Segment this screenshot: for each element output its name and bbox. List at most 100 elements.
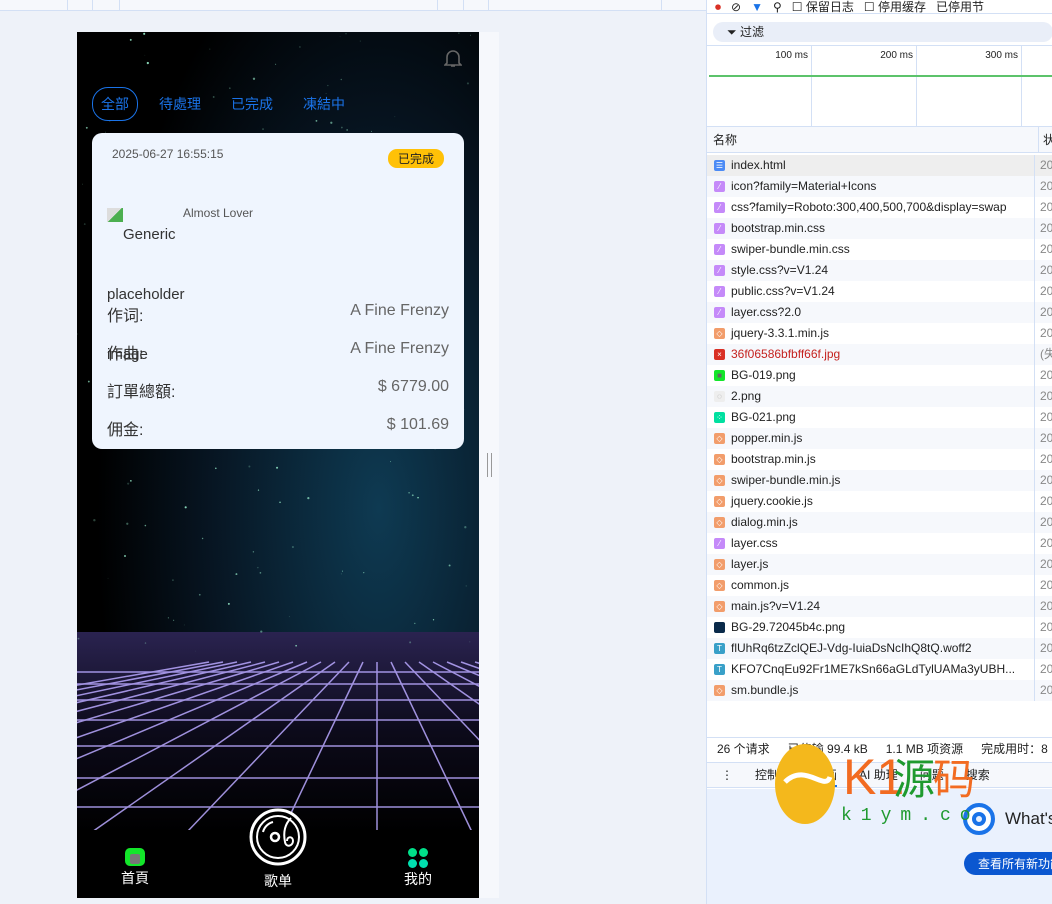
request-name: bootstrap.min.js: [731, 452, 816, 466]
star: [346, 129, 348, 131]
request-row[interactable]: ◇ common.js 200: [707, 575, 1052, 596]
tab-pending[interactable]: 待處理: [150, 87, 210, 121]
preserve-log-checkbox[interactable]: ☐ 保留日志: [792, 1, 854, 13]
request-row[interactable]: ⁄ style.css?v=V1.24 200: [707, 260, 1052, 281]
request-row[interactable]: ◇ swiper-bundle.min.js 200: [707, 470, 1052, 491]
request-row[interactable]: ■ BG-019.png 200: [707, 365, 1052, 386]
request-status: 200: [1034, 512, 1052, 533]
broken-image: [107, 205, 123, 223]
broken-image-icon: [107, 208, 123, 223]
timeline-overview[interactable]: 100 ms 200 ms 300 ms: [707, 45, 1052, 128]
star: [183, 624, 185, 626]
clear-icon[interactable]: ⊘: [731, 1, 741, 13]
star: [327, 84, 329, 87]
request-status: (失: [1034, 344, 1052, 365]
request-status: 200: [1034, 428, 1052, 449]
request-row[interactable]: ⁄ layer.css 200: [707, 533, 1052, 554]
request-row[interactable]: ◇ layer.js 200: [707, 554, 1052, 575]
drawer-tab[interactable]: 问题: [920, 763, 944, 787]
record-icon[interactable]: ⏺: [715, 1, 721, 13]
star: [173, 619, 175, 621]
request-row[interactable]: TflUhRq6tzZclQEJ-Vdg-IuiaDsNcIhQ8tQ.woff…: [707, 638, 1052, 659]
filter-input[interactable]: ⏷ 过滤: [713, 22, 1052, 42]
request-status: 200: [1034, 197, 1052, 218]
lyricist-row: 作词: A Fine Frenzy: [107, 302, 449, 326]
request-row[interactable]: ◇ sm.bundle.js 200: [707, 680, 1052, 701]
request-row[interactable]: ◇ main.js?v=V1.24 200: [707, 596, 1052, 617]
js-file-icon: ◇: [714, 433, 725, 444]
request-row[interactable]: ⁄ bootstrap.min.css 200: [707, 218, 1052, 239]
js-file-icon: ◇: [714, 580, 725, 591]
search-icon[interactable]: ⚲: [773, 1, 782, 13]
star: [470, 34, 471, 36]
request-row[interactable]: ⁄ swiper-bundle.min.css 200: [707, 239, 1052, 260]
request-row[interactable]: ⁄ layer.css?2.0 200: [707, 302, 1052, 323]
more-icon[interactable]: ⋮: [721, 763, 733, 787]
request-status: 200: [1034, 155, 1052, 176]
drawer-tab[interactable]: AI 助理: [859, 763, 898, 787]
star: [144, 642, 147, 644]
chrome-icon: [963, 803, 995, 835]
js-file-icon: ◇: [714, 685, 725, 696]
throttle-select[interactable]: 已停用节: [936, 1, 984, 13]
star: [83, 223, 86, 225]
summary-resources: 1.1 MB 项资源: [885, 742, 964, 756]
request-row[interactable]: ☰ index.html 200: [707, 155, 1052, 176]
request-row[interactable]: ◇ bootstrap.min.js 200: [707, 449, 1052, 470]
star: [123, 554, 127, 558]
star: [85, 126, 88, 129]
request-row[interactable]: BG-29.72045b4c.png 200: [707, 617, 1052, 638]
timeline-tick: 300 ms: [917, 46, 1022, 128]
request-row[interactable]: T KFO7CnqEu92Fr1ME7kSn66aGLdTylUAMa3yUBH.…: [707, 659, 1052, 680]
css-file-icon: ⁄: [714, 265, 725, 276]
img1-file-icon: ■: [714, 370, 725, 381]
request-row[interactable]: ⁘ BG-021.png 200: [707, 407, 1052, 428]
drawer-tab[interactable]: 搜索: [966, 763, 990, 787]
star: [167, 617, 170, 619]
star: [201, 537, 204, 540]
nav-home[interactable]: 首頁: [121, 848, 149, 888]
nav-playlist[interactable]: 歌单: [249, 808, 307, 891]
column-name[interactable]: 名称: [713, 133, 737, 147]
request-row[interactable]: ◇ popper.min.js 200: [707, 428, 1052, 449]
request-row[interactable]: ⁄ icon?family=Material+Icons 200: [707, 176, 1052, 197]
star: [144, 524, 147, 527]
request-name: swiper-bundle.min.js: [731, 473, 841, 487]
filter-icon[interactable]: ▼: [751, 1, 763, 13]
resize-handle[interactable]: [487, 453, 492, 477]
drawer-tabs: ⋮ 控制台 动画 AI 助理 问题 搜索: [707, 762, 1052, 788]
star: [414, 622, 416, 625]
drawer-tab[interactable]: 动画: [813, 763, 838, 787]
request-name: BG-019.png: [731, 368, 796, 382]
js-file-icon: ◇: [714, 517, 725, 528]
tab-all[interactable]: 全部: [92, 87, 138, 121]
request-row[interactable]: ⁄ public.css?v=V1.24 200: [707, 281, 1052, 302]
request-row[interactable]: × 36f06586bfbff66f.jpg (失: [707, 344, 1052, 365]
request-row[interactable]: ◌ 2.png 200: [707, 386, 1052, 407]
nav-mine[interactable]: 我的: [404, 848, 432, 889]
network-toolbar: ⏺ ⊘ ▼ ⚲ ☐ 保留日志 ☐ 停用缓存 已停用节: [707, 0, 1052, 14]
tab-frozen[interactable]: 凍結中: [294, 87, 354, 121]
request-row[interactable]: ◇ jquery.cookie.js 200: [707, 491, 1052, 512]
column-status[interactable]: 状态: [1038, 127, 1052, 173]
request-status: 200: [1034, 596, 1052, 617]
font-file-icon: T: [714, 664, 725, 675]
star: [340, 126, 343, 129]
bell-icon[interactable]: [444, 48, 462, 68]
tab-completed[interactable]: 已完成: [222, 87, 282, 121]
see-all-features-button[interactable]: 查看所有新功能: [964, 852, 1052, 875]
disable-cache-checkbox[interactable]: ☐ 停用缓存: [864, 1, 926, 13]
request-row[interactable]: ◇ jquery-3.3.1.min.js 200: [707, 323, 1052, 344]
drawer-tab[interactable]: 控制台: [755, 763, 791, 787]
request-row[interactable]: ◇ dialog.min.js 200: [707, 512, 1052, 533]
star: [257, 489, 260, 491]
order-card[interactable]: 2025-06-27 16:55:15 已完成 Generic placehol…: [92, 133, 464, 449]
star: [257, 566, 259, 569]
request-row[interactable]: ⁄ css?family=Roboto:300,400,500,700&displ…: [707, 197, 1052, 218]
star: [409, 641, 412, 644]
music-disc-icon: [249, 808, 307, 866]
request-name: popper.min.js: [731, 431, 803, 445]
css-file-icon: ⁄: [714, 307, 725, 318]
star: [359, 40, 361, 42]
js-file-icon: ◇: [714, 496, 725, 507]
